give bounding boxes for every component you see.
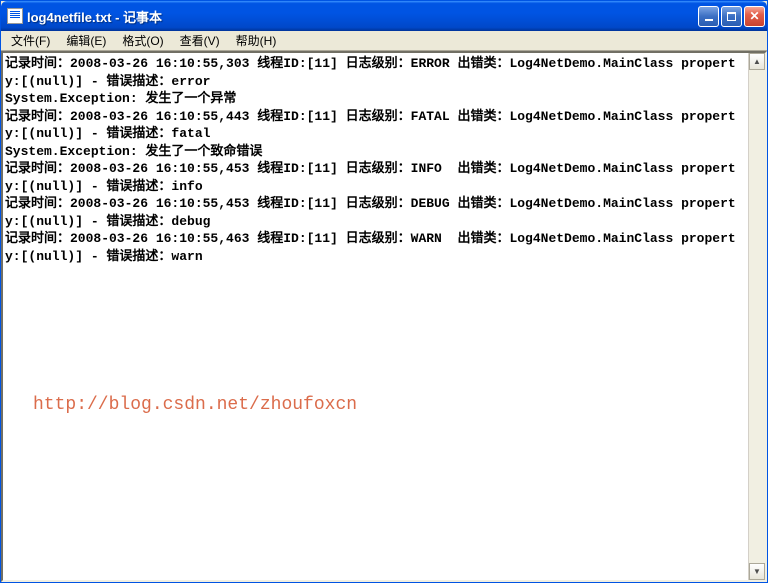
window-controls: ✕ xyxy=(698,6,765,27)
log-line: 记录时间：2008-03-26 16:10:55,443 线程ID:[11] 日… xyxy=(5,108,746,143)
minimize-button[interactable] xyxy=(698,6,719,27)
maximize-button[interactable] xyxy=(721,6,742,27)
menu-format[interactable]: 格式(O) xyxy=(114,31,171,50)
log-line: 记录时间：2008-03-26 16:10:55,453 线程ID:[11] 日… xyxy=(5,195,746,230)
text-editor[interactable]: 记录时间：2008-03-26 16:10:55,303 线程ID:[11] 日… xyxy=(3,53,748,580)
menu-view[interactable]: 查看(V) xyxy=(172,31,228,50)
content-area: 记录时间：2008-03-26 16:10:55,303 线程ID:[11] 日… xyxy=(1,51,767,582)
watermark-text: http://blog.csdn.net/zhoufoxcn xyxy=(33,393,357,417)
notepad-icon xyxy=(7,8,23,24)
titlebar[interactable]: log4netfile.txt - 记事本 ✕ xyxy=(1,1,767,31)
menu-file[interactable]: 文件(F) xyxy=(3,31,58,50)
menubar: 文件(F) 编辑(E) 格式(O) 查看(V) 帮助(H) xyxy=(1,31,767,51)
log-line: 记录时间：2008-03-26 16:10:55,303 线程ID:[11] 日… xyxy=(5,55,746,90)
scroll-track[interactable] xyxy=(749,70,765,563)
window-title: log4netfile.txt - 记事本 xyxy=(27,7,698,26)
log-line: System.Exception: 发生了一个致命错误 xyxy=(5,143,746,161)
log-line: 记录时间：2008-03-26 16:10:55,453 线程ID:[11] 日… xyxy=(5,160,746,195)
menu-help[interactable]: 帮助(H) xyxy=(228,31,285,50)
scroll-up-button[interactable]: ▲ xyxy=(749,53,765,70)
menu-edit[interactable]: 编辑(E) xyxy=(58,31,114,50)
close-button[interactable]: ✕ xyxy=(744,6,765,27)
scroll-down-button[interactable]: ▼ xyxy=(749,563,765,580)
log-line: System.Exception: 发生了一个异常 xyxy=(5,90,746,108)
log-line: 记录时间：2008-03-26 16:10:55,463 线程ID:[11] 日… xyxy=(5,230,746,265)
vertical-scrollbar[interactable]: ▲ ▼ xyxy=(748,53,765,580)
notepad-window: log4netfile.txt - 记事本 ✕ 文件(F) 编辑(E) 格式(O… xyxy=(0,0,768,583)
